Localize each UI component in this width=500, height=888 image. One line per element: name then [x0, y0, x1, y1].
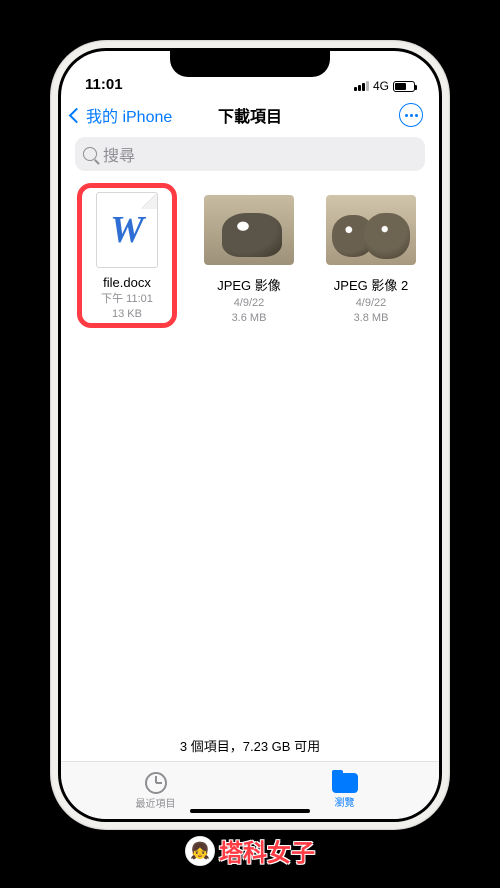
- folder-icon: [332, 773, 358, 793]
- network-label: 4G: [373, 79, 389, 93]
- file-thumbnail: [204, 191, 294, 269]
- file-grid: W file.docx 下午 11:0113 KB JPEG 影像: [73, 191, 427, 326]
- screen: 11:01 4G 我的 iPhone 下載項目 搜尋: [61, 51, 439, 819]
- file-item-image-2[interactable]: JPEG 影像 2 4/9/223.8 MB: [317, 191, 425, 326]
- tab-label: 最近項目: [136, 795, 176, 810]
- more-button[interactable]: [399, 103, 423, 127]
- back-label: 我的 iPhone: [86, 103, 172, 127]
- file-thumbnail: [326, 191, 416, 269]
- phone-frame: 11:01 4G 我的 iPhone 下載項目 搜尋: [50, 40, 450, 830]
- file-item-docx[interactable]: W file.docx 下午 11:0113 KB: [73, 191, 181, 322]
- file-name: JPEG 影像: [217, 275, 281, 294]
- word-doc-icon: W: [96, 192, 158, 268]
- nav-bar: 我的 iPhone 下載項目: [61, 97, 439, 133]
- back-button[interactable]: 我的 iPhone: [71, 103, 172, 127]
- clock-icon: [145, 772, 167, 794]
- watermark-text: 塔科女子: [219, 833, 315, 868]
- file-meta: 4/9/223.8 MB: [354, 296, 389, 326]
- home-indicator: [190, 809, 310, 813]
- search-input[interactable]: 搜尋: [75, 137, 425, 171]
- footer-status: 3 個項目，7.23 GB 可用: [73, 728, 427, 761]
- status-time: 11:01: [85, 76, 123, 93]
- file-name: file.docx: [103, 275, 151, 290]
- notch: [170, 51, 330, 77]
- chevron-left-icon: [69, 107, 85, 123]
- search-icon: [83, 147, 97, 161]
- file-meta: 4/9/223.6 MB: [232, 296, 267, 326]
- image-icon: [204, 195, 294, 265]
- file-thumbnail: W: [82, 191, 172, 269]
- status-right: 4G: [354, 79, 415, 93]
- file-meta: 下午 11:0113 KB: [101, 292, 153, 322]
- phone-bezel: 11:01 4G 我的 iPhone 下載項目 搜尋: [58, 48, 442, 822]
- watermark-avatar-icon: 👧: [185, 836, 215, 866]
- file-item-image-1[interactable]: JPEG 影像 4/9/223.6 MB: [195, 191, 303, 326]
- more-icon: [405, 114, 418, 117]
- watermark: 👧 塔科女子: [185, 833, 315, 868]
- content-area: W file.docx 下午 11:0113 KB JPEG 影像: [61, 181, 439, 761]
- battery-icon: [393, 81, 415, 92]
- signal-icon: [354, 81, 369, 91]
- file-name: JPEG 影像 2: [334, 275, 408, 294]
- image-icon: [326, 195, 416, 265]
- search-placeholder: 搜尋: [103, 142, 135, 166]
- tab-label: 瀏覽: [335, 794, 355, 809]
